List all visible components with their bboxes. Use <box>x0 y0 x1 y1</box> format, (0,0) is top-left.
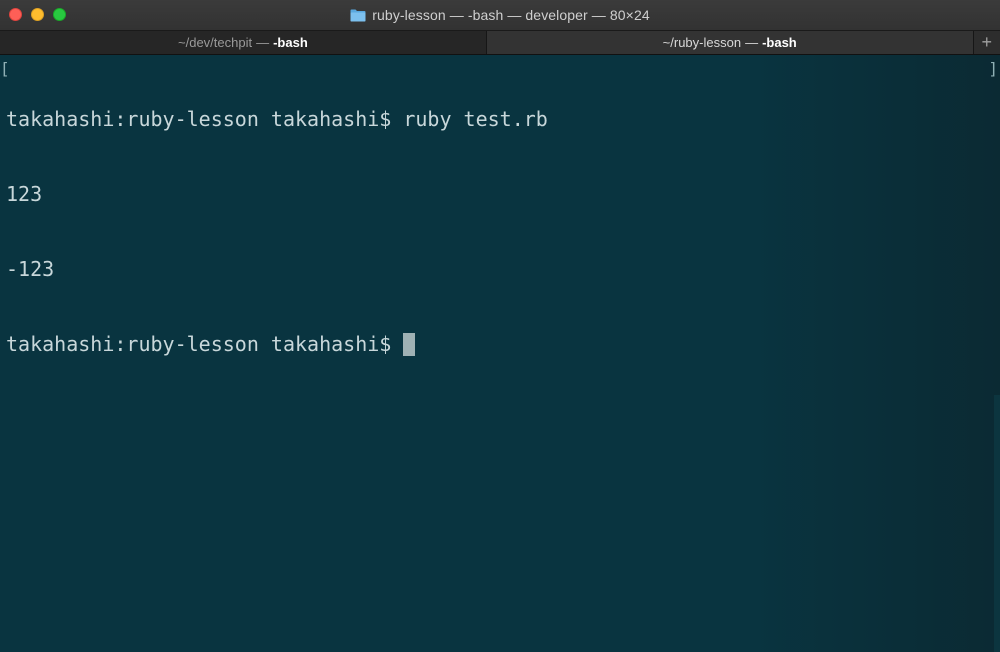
tab-ruby-lesson[interactable]: ~/ruby-lesson — -bash <box>486 31 974 54</box>
minimize-button[interactable] <box>31 8 44 21</box>
terminal-line-command: takahashi:ruby-lesson takahashi$ ruby te… <box>6 107 548 132</box>
mark-bracket-right: ] <box>988 59 998 78</box>
tab-path: ~/ruby-lesson <box>662 35 742 50</box>
terminal-window: ruby-lesson — -bash — developer — 80×24 … <box>0 0 1000 652</box>
tab-path: ~/dev/techpit <box>178 35 253 50</box>
window-title: ruby-lesson — -bash — developer — 80×24 <box>372 7 650 23</box>
scroll-edge <box>994 395 1000 652</box>
close-button[interactable] <box>9 8 22 21</box>
tab-bar: ~/dev/techpit — -bash ~/ruby-lesson — -b… <box>0 30 1000 55</box>
terminal-content[interactable]: [ ] takahashi:ruby-lesson takahashi$ rub… <box>0 55 1000 652</box>
tab-process: -bash <box>762 35 797 50</box>
tab-separator: — <box>256 35 270 50</box>
tab-separator: — <box>745 35 759 50</box>
terminal-output: takahashi:ruby-lesson takahashi$ ruby te… <box>6 57 548 407</box>
line-text: takahashi:ruby-lesson takahashi$ <box>6 332 392 356</box>
terminal-line-output: 123 <box>6 182 548 207</box>
zoom-button[interactable] <box>53 8 66 21</box>
text-cursor <box>403 333 416 356</box>
terminal-line-output: -123 <box>6 257 548 282</box>
window-controls <box>9 8 66 21</box>
title-bar[interactable]: ruby-lesson — -bash — developer — 80×24 <box>0 0 1000 30</box>
line-text: 123 <box>6 182 43 206</box>
new-tab-button[interactable]: + <box>973 31 1000 54</box>
tab-process: -bash <box>273 35 308 50</box>
tab-techpit[interactable]: ~/dev/techpit — -bash <box>0 31 487 54</box>
line-text: takahashi:ruby-lesson takahashi$ ruby te… <box>6 107 548 131</box>
line-text: -123 <box>6 257 55 281</box>
terminal-line-prompt: takahashi:ruby-lesson takahashi$ <box>6 332 548 357</box>
folder-icon <box>350 9 366 22</box>
window-title-group: ruby-lesson — -bash — developer — 80×24 <box>350 7 650 23</box>
